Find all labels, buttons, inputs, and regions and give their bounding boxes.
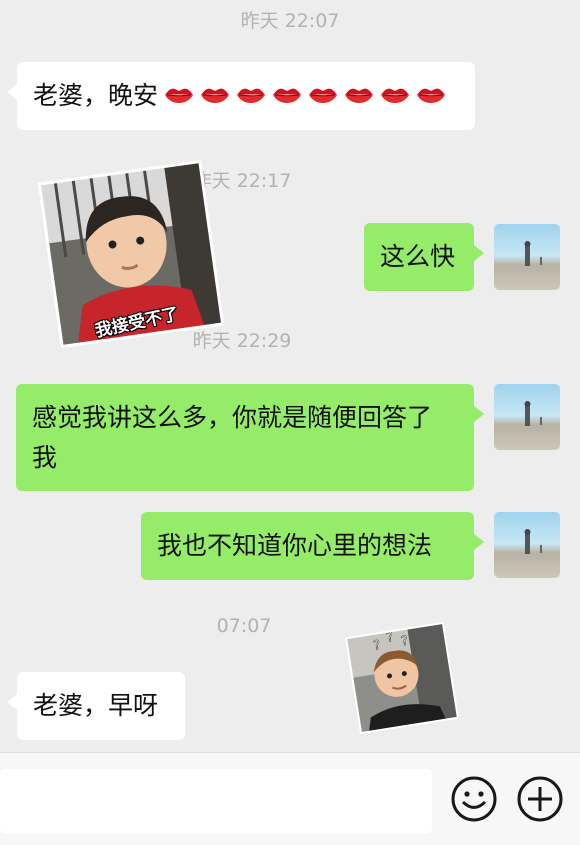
message-text: 我也不知道你心里的想法 bbox=[157, 531, 433, 560]
kiss-lips-icon bbox=[237, 88, 266, 103]
kiss-emoji-row bbox=[158, 81, 446, 110]
kiss-lips-icon bbox=[165, 88, 194, 103]
kiss-lips-icon bbox=[417, 88, 446, 103]
outgoing-message-bubble[interactable]: 我也不知道你心里的想法 bbox=[141, 512, 484, 580]
kiss-lips-icon bbox=[273, 88, 302, 103]
avatar[interactable] bbox=[494, 224, 560, 290]
kiss-lips-icon bbox=[381, 88, 410, 103]
plus-circle-icon[interactable] bbox=[516, 775, 564, 823]
kiss-lips-icon bbox=[309, 88, 338, 103]
avatar[interactable] bbox=[494, 384, 560, 450]
message-text-line: 感觉我讲这么多，你就是随便回答了 bbox=[32, 403, 433, 432]
smiley-icon[interactable] bbox=[450, 775, 498, 823]
message-text: 老婆，早呀 bbox=[33, 691, 159, 720]
incoming-message-bubble[interactable]: 老婆，晚安 bbox=[7, 62, 475, 130]
kiss-lips-icon bbox=[201, 88, 230, 103]
message-input[interactable] bbox=[0, 769, 432, 834]
message-text: 这么快 bbox=[380, 242, 456, 271]
timestamp: 昨天 22:07 bbox=[240, 10, 340, 32]
message-text: 老婆，晚安 bbox=[33, 81, 159, 110]
avatar[interactable] bbox=[494, 512, 560, 578]
kiss-lips-icon bbox=[345, 88, 374, 103]
outgoing-message-bubble[interactable]: 感觉我讲这么多，你就是随便回答了 我 bbox=[16, 384, 484, 491]
message-text-line: 我 bbox=[32, 443, 58, 472]
input-bar bbox=[0, 752, 580, 845]
sticker-image[interactable]: 我接受不了 bbox=[36, 158, 226, 350]
sticker-image[interactable]: ? ? ? bbox=[345, 622, 459, 734]
incoming-message-bubble[interactable]: 老婆，早呀 bbox=[7, 672, 185, 740]
outgoing-message-bubble[interactable]: 这么快 bbox=[364, 223, 484, 291]
